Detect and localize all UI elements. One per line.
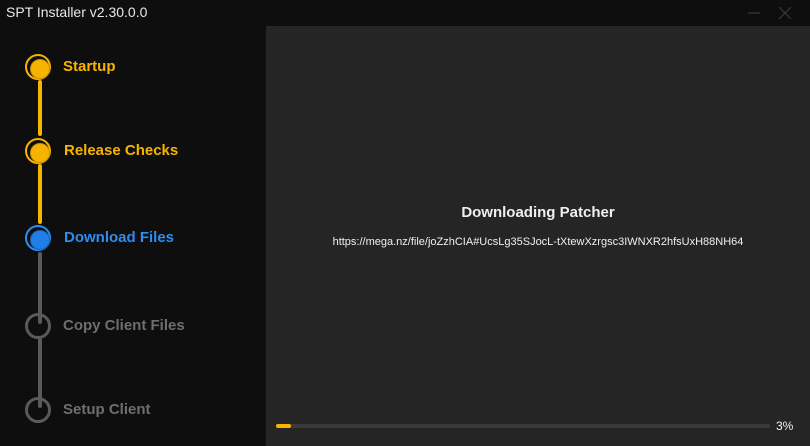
step-label: Download Files — [64, 229, 175, 246]
title-bar[interactable]: SPT Installer v2.30.0.0 — [0, 0, 810, 26]
download-progress-fill — [276, 424, 291, 428]
download-progress-bar — [276, 424, 770, 428]
minimize-button[interactable] — [739, 0, 769, 26]
step-label: Copy Client Files — [63, 317, 185, 334]
step-pending-icon — [25, 313, 51, 339]
close-icon — [778, 6, 792, 20]
step-copy-client-files: Copy Client Files — [0, 312, 266, 346]
window-title: SPT Installer v2.30.0.0 — [6, 4, 148, 20]
step-download-files: Download Files — [0, 224, 266, 258]
step-setup-client: Setup Client — [0, 396, 266, 430]
download-title: Downloading Patcher — [461, 204, 615, 221]
step-release-checks: Release Checks — [0, 137, 266, 171]
download-progress-text: 3% — [776, 419, 794, 433]
step-done-icon — [25, 138, 51, 164]
step-connector-done — [38, 80, 42, 136]
download-panel: Downloading Patcher https://mega.nz/file… — [266, 26, 810, 446]
installer-window: SPT Installer v2.30.0.0 Startup Release … — [0, 0, 810, 446]
minimize-icon — [748, 12, 760, 14]
step-label: Setup Client — [63, 401, 151, 418]
step-label: Release Checks — [64, 142, 179, 159]
close-button[interactable] — [770, 0, 800, 26]
download-url: https://mega.nz/file/joZzhCIA#UcsLg35SJo… — [332, 236, 744, 248]
step-startup: Startup — [0, 53, 266, 87]
step-connector-done — [38, 164, 42, 224]
step-active-icon — [25, 225, 51, 251]
step-label: Startup — [63, 58, 116, 75]
step-pending-icon — [25, 397, 51, 423]
step-done-icon — [25, 54, 51, 80]
steps-sidebar: Startup Release Checks Download Files Co… — [0, 26, 266, 446]
